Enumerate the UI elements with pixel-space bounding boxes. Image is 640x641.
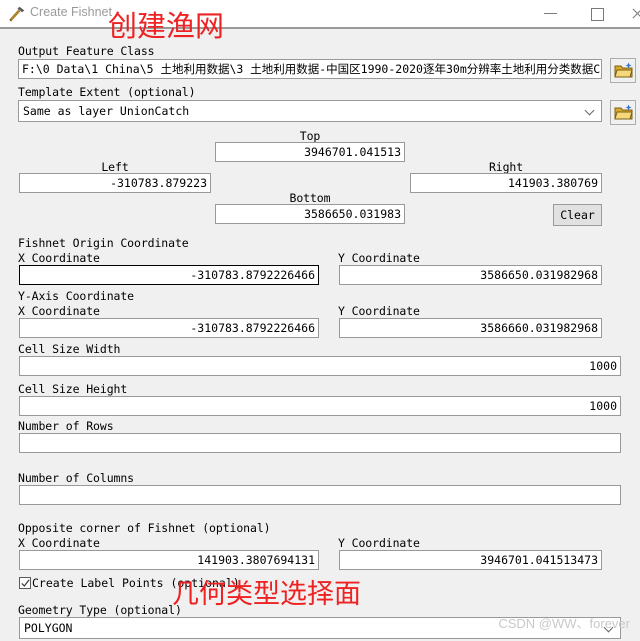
number-of-columns-label: Number of Columns — [18, 471, 135, 485]
maximize-button[interactable] — [574, 0, 620, 27]
extent-bottom-label: Bottom — [289, 191, 331, 205]
fishnet-origin-group-label: Fishnet Origin Coordinate — [18, 236, 189, 250]
extent-top-input[interactable]: 3946701.041513 — [215, 142, 405, 162]
cell-size-height-input[interactable]: 1000 — [19, 396, 621, 416]
opposite-corner-x-label: X Coordinate — [18, 536, 100, 550]
number-of-columns-input[interactable] — [19, 485, 621, 505]
output-feature-class-label: Output Feature Class — [18, 44, 155, 58]
extent-left-input[interactable]: -310783.879223 — [19, 173, 211, 193]
opposite-corner-group-label: Opposite corner of Fishnet (optional) — [18, 521, 271, 535]
clear-button[interactable]: Clear — [553, 204, 602, 226]
watermark: CSDN @WW、forever — [498, 616, 630, 631]
fishnet-origin-y-input[interactable]: 3586650.031982968 — [339, 265, 602, 285]
opposite-corner-y-label: Y Coordinate — [338, 536, 420, 550]
y-axis-x-label: X Coordinate — [18, 304, 100, 318]
number-of-rows-label: Number of Rows — [18, 419, 114, 433]
opposite-corner-x-input[interactable]: 141903.3807694131 — [19, 550, 319, 570]
window-title: Create Fishnet — [30, 5, 112, 19]
annotation-geometry-type: 几何类型选择面 — [172, 579, 361, 610]
create-fishnet-dialog: Create Fishnet Output Feature Class F:\0… — [0, 0, 640, 641]
cell-size-width-label: Cell Size Width — [18, 342, 121, 356]
template-extent-browse-button[interactable] — [610, 100, 636, 125]
extent-right-label: Right — [488, 160, 524, 174]
title-bar: Create Fishnet — [0, 0, 640, 29]
create-label-points-checkbox[interactable] — [19, 577, 31, 589]
y-axis-coordinate-group-label: Y-Axis Coordinate — [18, 289, 135, 303]
form-body: Output Feature Class F:\0 Data\1 China\5… — [0, 31, 640, 641]
minimize-button[interactable] — [528, 0, 574, 27]
template-extent-select[interactable]: Same as layer UnionCatch — [18, 100, 602, 122]
opposite-corner-y-input[interactable]: 3946701.041513473 — [339, 550, 602, 570]
extent-right-input[interactable]: 141903.380769 — [410, 173, 602, 193]
y-axis-y-input[interactable]: 3586660.031982968 — [339, 318, 602, 338]
output-feature-class-input[interactable]: F:\0 Data\1 China\5 土地利用数据\3 土地利用数据-中国区1… — [18, 59, 602, 79]
extent-left-label: Left — [101, 160, 129, 174]
chevron-down-icon — [586, 106, 595, 115]
fishnet-origin-x-label: X Coordinate — [18, 251, 100, 265]
number-of-rows-input[interactable] — [19, 433, 621, 453]
cell-size-width-input[interactable]: 1000 — [19, 356, 621, 376]
annotation-create-fishnet: 创建渔网 — [108, 9, 225, 43]
y-axis-x-input[interactable]: -310783.8792226466 — [19, 318, 319, 338]
template-extent-value: Same as layer UnionCatch — [23, 104, 190, 118]
cell-size-height-label: Cell Size Height — [18, 382, 128, 396]
extent-bottom-input[interactable]: 3586650.031983 — [215, 204, 405, 224]
fishnet-origin-x-input[interactable]: -310783.8792226466 — [19, 265, 319, 285]
close-button[interactable] — [620, 0, 640, 27]
hammer-icon — [8, 5, 26, 23]
template-extent-label: Template Extent (optional) — [18, 85, 196, 99]
y-axis-y-label: Y Coordinate — [338, 304, 420, 318]
output-feature-class-browse-button[interactable] — [610, 58, 636, 83]
extent-top-label: Top — [299, 129, 321, 143]
fishnet-origin-y-label: Y Coordinate — [338, 251, 420, 265]
